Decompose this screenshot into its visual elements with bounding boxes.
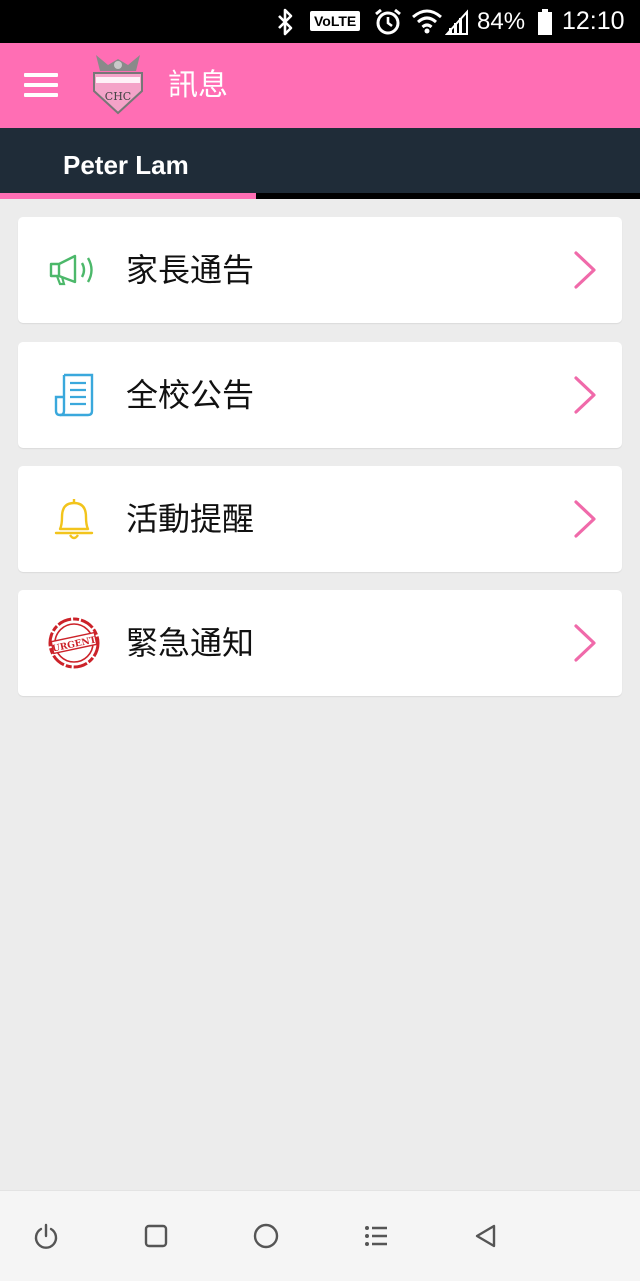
menu-item-school-announcement[interactable]: 全校公告 xyxy=(18,342,622,448)
chevron-right-icon xyxy=(574,624,596,662)
tab-selected-indicator xyxy=(0,193,256,199)
signal-icon xyxy=(443,0,471,43)
menu-item-label: 緊急通知 xyxy=(126,624,255,662)
page-title: 訊息 xyxy=(168,68,228,103)
status-bar: VoLTE 84% 12:10 xyxy=(0,0,640,43)
menu-item-activity-reminder[interactable]: 活動提醒 xyxy=(18,466,622,572)
battery-icon xyxy=(534,0,556,43)
menu-item-label: 全校公告 xyxy=(126,376,255,414)
home-icon[interactable] xyxy=(244,1214,288,1258)
urgent-stamp-icon: URGENT xyxy=(44,613,104,673)
document-icon xyxy=(44,365,104,425)
wifi-icon xyxy=(410,0,444,43)
battery-percent: 84% xyxy=(477,8,526,35)
menu-list-icon[interactable] xyxy=(354,1214,398,1258)
tab-bar: Peter Lam xyxy=(0,128,640,199)
power-icon[interactable] xyxy=(24,1214,68,1258)
alarm-icon xyxy=(370,0,406,43)
chevron-right-icon xyxy=(574,376,596,414)
tab-divider xyxy=(256,193,640,199)
recent-apps-icon[interactable] xyxy=(134,1214,178,1258)
chevron-right-icon xyxy=(574,500,596,538)
menu-item-urgent-notice[interactable]: URGENT 緊急通知 xyxy=(18,590,622,696)
hamburger-menu-icon[interactable] xyxy=(18,65,64,105)
tab-label: Peter Lam xyxy=(63,150,189,180)
svg-text:CHC: CHC xyxy=(105,90,131,103)
megaphone-icon xyxy=(44,240,104,300)
navigation-bar xyxy=(0,1190,640,1281)
menu-item-parent-notice[interactable]: 家長通告 xyxy=(18,217,622,323)
school-logo: CHC xyxy=(90,51,146,117)
chevron-right-icon xyxy=(574,251,596,289)
menu-item-label: 家長通告 xyxy=(126,251,255,289)
clock: 12:10 xyxy=(562,7,625,35)
back-icon[interactable] xyxy=(464,1214,508,1258)
app-bar: CHC 訊息 xyxy=(0,43,640,128)
volte-badge: VoLTE xyxy=(310,11,361,31)
tab-peter-lam[interactable]: Peter Lam xyxy=(0,128,256,199)
menu-item-label: 活動提醒 xyxy=(126,500,255,538)
bell-icon xyxy=(44,489,104,549)
bluetooth-icon xyxy=(270,0,300,43)
